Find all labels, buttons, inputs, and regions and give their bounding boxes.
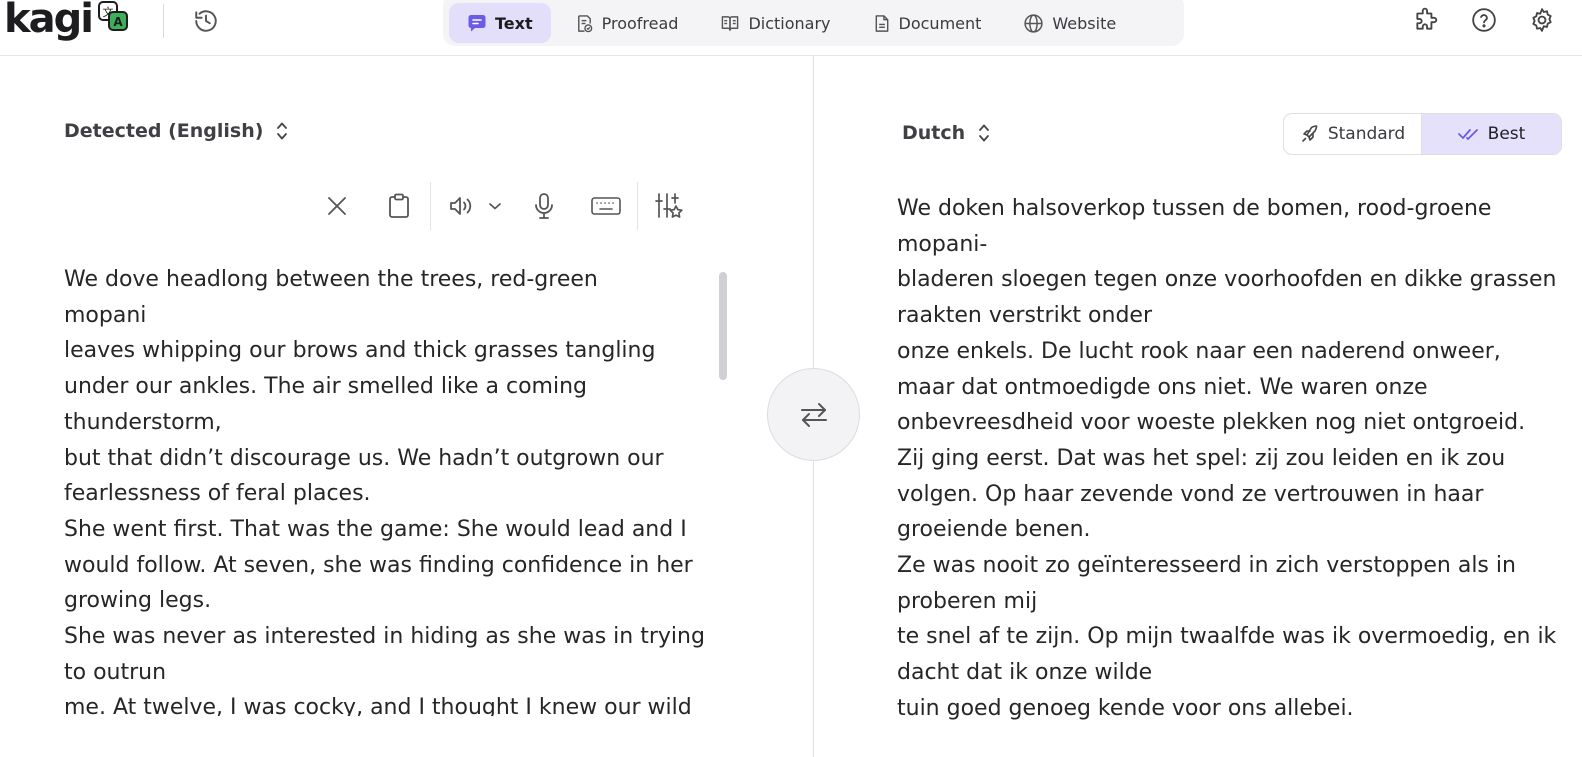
double-check-icon (1457, 129, 1478, 140)
clear-button[interactable] (318, 187, 356, 225)
sliders-star-icon (655, 193, 683, 218)
tab-dictionary[interactable]: Dictionary (702, 3, 848, 43)
rocket-icon (1302, 125, 1318, 142)
tab-label: Text (495, 13, 533, 33)
voice-options-dropdown[interactable] (481, 187, 509, 225)
paste-button[interactable] (380, 187, 418, 225)
best-quality-button[interactable]: Best (1422, 114, 1561, 154)
microphone-icon (535, 193, 553, 219)
chevron-down-icon (489, 203, 501, 210)
quality-toggle: Standard Best (1283, 113, 1562, 155)
translation-settings-button[interactable] (650, 187, 688, 225)
settings-button[interactable] (1526, 4, 1558, 36)
tab-website[interactable]: Website (1005, 3, 1134, 43)
svg-text:A: A (113, 15, 123, 29)
header-actions (1410, 4, 1558, 36)
standard-label: Standard (1327, 124, 1406, 144)
top-bar: kagi 文 A Text Proofread Dictionary Docum… (0, 0, 1582, 56)
tab-document[interactable]: Document (855, 3, 1000, 43)
listen-button[interactable] (443, 187, 481, 225)
clipboard-icon (389, 193, 409, 218)
chevron-updown-icon (277, 122, 288, 140)
keyboard-icon (591, 197, 621, 215)
chevron-updown-icon (979, 124, 990, 142)
tab-text[interactable]: Text (449, 3, 551, 43)
document-icon (875, 14, 888, 32)
tab-label: Document (898, 13, 982, 33)
best-label: Best (1487, 124, 1526, 144)
chat-icon (468, 15, 486, 32)
standard-quality-button[interactable]: Standard (1284, 114, 1422, 154)
target-language-label: Dutch (902, 122, 966, 144)
speaker-icon (450, 197, 472, 215)
tab-proofread[interactable]: Proofread (557, 3, 697, 43)
tab-label: Dictionary (748, 13, 831, 33)
history-button[interactable] (190, 5, 222, 37)
help-button[interactable] (1468, 4, 1500, 36)
logo-text: kagi (4, 0, 94, 42)
book-icon (722, 15, 739, 31)
translate-badge-icon: 文 A (97, 1, 128, 35)
microphone-button[interactable] (525, 187, 563, 225)
close-icon (328, 197, 346, 215)
source-scrollbar[interactable] (719, 272, 727, 380)
help-icon (1472, 8, 1496, 32)
extensions-button[interactable] (1410, 4, 1442, 36)
translated-text-output: We doken halsoverkop tussen de bomen, ro… (897, 196, 1557, 721)
toolbar-separator (430, 182, 431, 230)
target-language-select[interactable]: Dutch (902, 122, 991, 144)
mode-tabs: Text Proofread Dictionary Document Websi… (443, 0, 1184, 46)
kagi-logo[interactable]: kagi 文 A (4, 0, 128, 44)
swap-languages-button[interactable] (767, 368, 860, 461)
swap-arrows-icon (800, 402, 827, 427)
source-language-select[interactable]: Detected (English) (64, 120, 289, 142)
source-text-input[interactable]: We dove headlong between the trees, red-… (64, 262, 724, 716)
puzzle-icon (1416, 7, 1438, 30)
globe-icon (1024, 13, 1044, 33)
keyboard-button[interactable] (587, 187, 625, 225)
history-icon (195, 10, 217, 32)
tab-label: Proofread (601, 13, 679, 33)
source-language-label: Detected (English) (64, 120, 264, 142)
header-divider (163, 4, 164, 38)
toolbar-separator (637, 182, 638, 230)
tab-label: Website (1052, 13, 1117, 33)
source-toolbar (318, 182, 688, 230)
proofread-icon (577, 14, 592, 32)
gear-icon (1532, 8, 1552, 32)
